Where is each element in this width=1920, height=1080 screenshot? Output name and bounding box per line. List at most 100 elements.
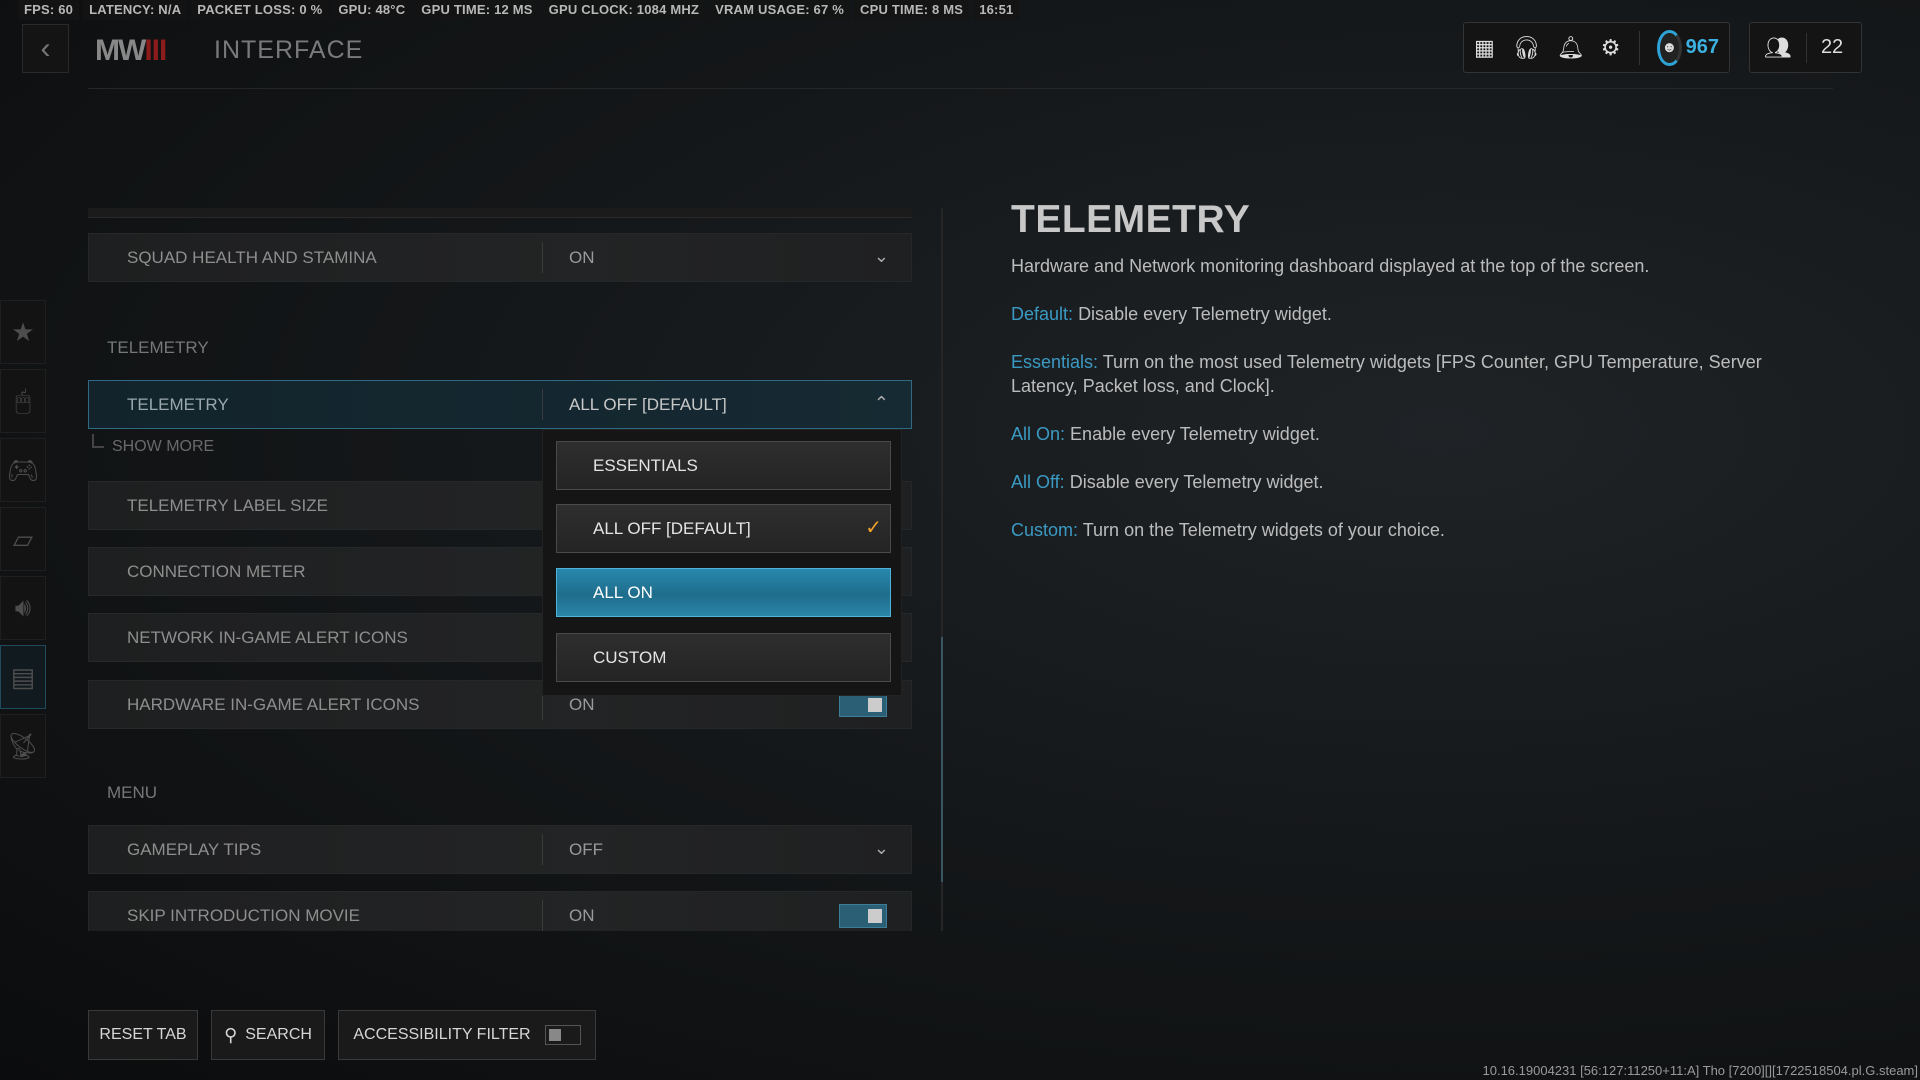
interface-icon: ▤ — [10, 661, 36, 692]
sidebar-item-mouse[interactable]: 🖱︎ — [0, 369, 46, 433]
telemetry-stat: PACKET LOSS: 0 % — [191, 0, 329, 20]
setting-value: ALL OFF [DEFAULT] — [569, 395, 727, 414]
avatar[interactable]: ☻ — [1657, 29, 1682, 66]
info-item-text: Turn on the most used Telemetry widgets … — [1011, 352, 1762, 396]
dropdown-option[interactable]: ALL OFF [DEFAULT] ✓ — [556, 504, 891, 553]
network-icon: 📡︎ — [6, 730, 40, 761]
info-item: Custom: Turn on the Telemetry widgets of… — [1011, 518, 1831, 542]
back-button[interactable]: ‹ — [22, 24, 69, 73]
setting-label: TELEMETRY — [127, 395, 229, 414]
party-icon: 👥︎ — [1764, 34, 1792, 60]
setting-label: CONNECTION METER — [127, 562, 306, 581]
sidebar-item-graphics[interactable]: ▱ — [0, 507, 46, 571]
header-toolbar: ▦ 🎧︎ 🔔︎ ⚙ ☻ 967 — [1463, 22, 1730, 73]
show-more-link[interactable]: SHOW MORE — [91, 434, 214, 456]
speaker-icon: 🔊︎ — [14, 592, 32, 622]
option-label: CUSTOM — [593, 648, 667, 667]
bell-icon[interactable]: 🔔︎ — [1557, 35, 1585, 61]
setting-row[interactable]: SQUAD HEALTH AND STAMINA ON ⌄ — [88, 233, 912, 282]
telemetry-bar: FPS: 60 LATENCY: N/A PACKET LOSS: 0 % GPU: … — [18, 0, 1020, 20]
accessibility-filter-toggle[interactable] — [544, 1025, 581, 1045]
option-label: ALL ON — [593, 583, 653, 602]
sidebar-item-audio[interactable]: 🔊︎ — [0, 576, 46, 640]
chevron-down-icon[interactable]: ⌄ — [874, 838, 889, 859]
setting-label: SQUAD HEALTH AND STAMINA — [127, 248, 377, 267]
setting-row[interactable]: TELEMETRY ALL OFF [DEFAULT] ⌃ — [88, 380, 912, 429]
game-logo: MWIII — [95, 34, 167, 67]
info-item: All On: Enable every Telemetry widget. — [1011, 422, 1831, 446]
gear-icon[interactable]: ⚙ — [1601, 35, 1621, 61]
accessibility-filter-button[interactable]: ACCESSIBILITY FILTER — [338, 1010, 596, 1060]
star-icon: ★ — [11, 316, 35, 347]
chevron-left-icon: ‹ — [40, 31, 51, 65]
toggle-switch[interactable] — [839, 904, 887, 928]
chevron-down-icon[interactable]: ⌄ — [874, 246, 889, 267]
page-title: INTERFACE — [214, 36, 364, 64]
info-item-key: All On: — [1011, 424, 1066, 444]
telemetry-stat: 16:51 — [973, 0, 1020, 20]
info-item: Essentials: Turn on the most used Teleme… — [1011, 350, 1831, 398]
scrollbar-thumb[interactable] — [941, 637, 943, 882]
setting-label: HARDWARE IN-GAME ALERT ICONS — [127, 695, 420, 714]
search-icon: ⚲ — [224, 1024, 238, 1045]
search-button[interactable]: ⚲ SEARCH — [211, 1010, 325, 1060]
setting-value: OFF — [569, 840, 603, 859]
telemetry-stat: FPS: 60 — [18, 0, 80, 20]
telemetry-stat: GPU CLOCK: 1084 MHZ — [542, 0, 706, 20]
option-label: ALL OFF [DEFAULT] — [593, 519, 751, 538]
party-count: 22 — [1820, 36, 1844, 58]
grid-icon[interactable]: ▦ — [1474, 35, 1495, 61]
checkmark-icon: ✓ — [865, 517, 882, 539]
info-item: All Off: Disable every Telemetry widget. — [1011, 470, 1831, 494]
sidebar-item-favorites[interactable]: ★ — [0, 300, 46, 364]
divider — [542, 389, 543, 420]
info-item-key: Default: — [1011, 304, 1074, 324]
player-level: 967 — [1685, 36, 1719, 58]
info-item-key: Custom: — [1011, 520, 1079, 540]
telemetry-dropdown-menu: ESSENTIALS ALL OFF [DEFAULT] ✓ ALL ON CUSTOM — [542, 429, 902, 696]
controller-icon: 🎮︎ — [6, 454, 40, 485]
info-item-text: Turn on the Telemetry widgets of your ch… — [1082, 520, 1445, 540]
setting-value: ON — [569, 906, 595, 925]
telemetry-stat: GPU: 48°C — [332, 0, 412, 20]
divider — [542, 834, 543, 865]
telemetry-stat: GPU TIME: 12 MS — [415, 0, 539, 20]
sidebar-item-controller[interactable]: 🎮︎ — [0, 438, 46, 502]
section-header-menu: MENU — [107, 783, 158, 802]
info-item: Default: Disable every Telemetry widget. — [1011, 302, 1831, 326]
dropdown-option[interactable]: ESSENTIALS — [556, 441, 891, 490]
setting-label: NETWORK IN-GAME ALERT ICONS — [127, 628, 408, 647]
info-item-text: Disable every Telemetry widget. — [1069, 472, 1324, 492]
reset-tab-button[interactable]: RESET TAB — [88, 1010, 198, 1060]
sidebar-item-interface[interactable]: ▤ — [0, 645, 46, 709]
info-description: Hardware and Network monitoring dashboar… — [1011, 256, 1650, 276]
info-item-text: Disable every Telemetry widget. — [1078, 304, 1332, 324]
info-item-key: All Off: — [1011, 472, 1065, 492]
divider — [542, 900, 543, 931]
telemetry-stat: CPU TIME: 8 MS — [853, 0, 970, 20]
display-icon: ▱ — [13, 523, 33, 554]
toggle-switch[interactable] — [839, 693, 887, 717]
divider — [1638, 30, 1640, 65]
dropdown-option[interactable]: CUSTOM — [556, 633, 891, 682]
previous-row-edge — [88, 208, 912, 218]
setting-label: TELEMETRY LABEL SIZE — [127, 496, 328, 515]
info-panel: TELEMETRY Hardware and Network monitorin… — [1011, 198, 1831, 566]
setting-label: GAMEPLAY TIPS — [127, 840, 262, 859]
dropdown-option[interactable]: ALL ON — [556, 568, 891, 617]
option-label: ESSENTIALS — [593, 456, 698, 475]
chevron-up-icon[interactable]: ⌃ — [874, 393, 889, 414]
setting-label: SKIP INTRODUCTION MOVIE — [127, 906, 360, 925]
headset-icon[interactable]: 🎧︎ — [1513, 35, 1541, 61]
party-button[interactable]: 👥︎ 22 — [1749, 22, 1862, 73]
setting-row[interactable]: SKIP INTRODUCTION MOVIE ON — [88, 891, 912, 931]
settings-sidebar: ★ 🖱︎ 🎮︎ ▱ 🔊︎ ▤ 📡︎ — [0, 300, 46, 783]
sidebar-item-network[interactable]: 📡︎ — [0, 714, 46, 778]
setting-row[interactable]: GAMEPLAY TIPS OFF ⌄ — [88, 825, 912, 874]
build-version: 10.16.19004231 [56:127:11250+11:A] Tho [… — [1482, 1063, 1919, 1078]
divider — [1805, 32, 1807, 63]
telemetry-stat: LATENCY: N/A — [83, 0, 188, 20]
header-divider — [88, 88, 1833, 89]
search-label: SEARCH — [245, 1026, 312, 1043]
info-item-text: Enable every Telemetry widget. — [1070, 424, 1320, 444]
